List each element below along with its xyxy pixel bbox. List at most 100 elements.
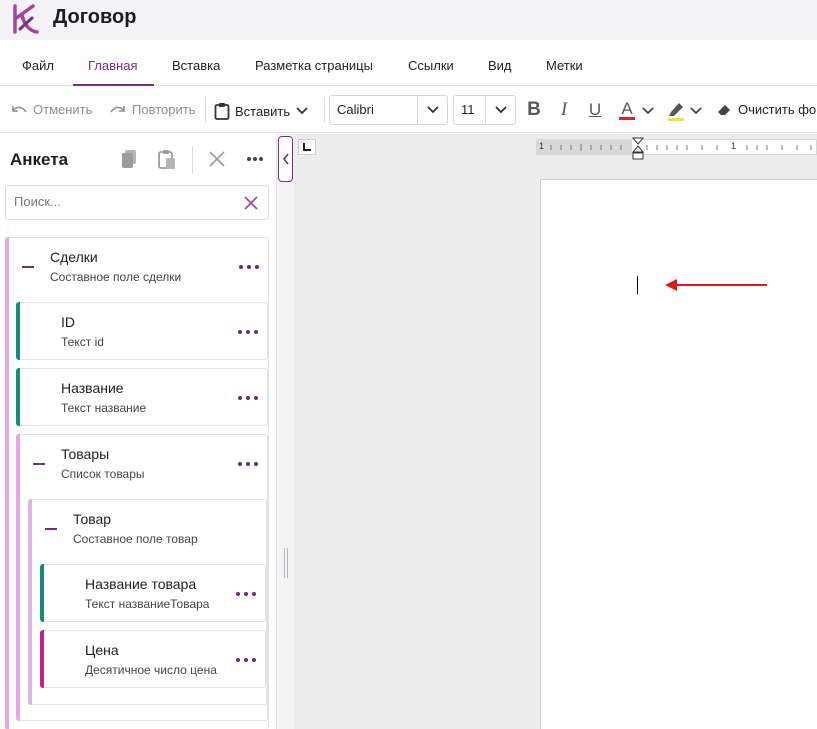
- copy-icon[interactable]: [118, 148, 140, 170]
- tab-file[interactable]: Файл: [22, 58, 54, 73]
- ruler-number: 1: [539, 141, 545, 151]
- chevron-down-icon: [426, 106, 439, 114]
- panel-splitter[interactable]: [277, 134, 294, 729]
- tab-view[interactable]: Вид: [488, 58, 512, 73]
- node-subtitle: Составное поле сделки: [50, 270, 181, 284]
- text-cursor: [637, 276, 638, 294]
- font-family-select[interactable]: Calibri: [329, 95, 448, 125]
- node-menu-icon[interactable]: [238, 329, 258, 335]
- tree-node-name[interactable]: Название Текст название: [16, 368, 268, 426]
- node-key: название: [94, 401, 147, 415]
- node-type: Десятичное число: [85, 663, 187, 677]
- panel-divider: [192, 146, 193, 174]
- italic-button[interactable]: I: [551, 96, 577, 124]
- chevron-down-icon[interactable]: [295, 106, 309, 116]
- horizontal-ruler[interactable]: 1 1: [536, 137, 817, 160]
- chevron-down-icon[interactable]: [641, 106, 655, 116]
- undo-button[interactable]: Отменить: [10, 102, 92, 117]
- tab-home[interactable]: Главная: [88, 58, 137, 73]
- chevron-down-icon: [494, 106, 507, 114]
- node-menu-icon[interactable]: [238, 461, 258, 467]
- tab-page-layout[interactable]: Разметка страницы: [255, 58, 373, 73]
- node-key: сделки: [143, 270, 182, 284]
- font-family-dropdown[interactable]: [417, 96, 447, 124]
- node-type: Текст: [61, 401, 92, 415]
- node-type: Текст: [61, 335, 92, 349]
- redo-button[interactable]: Повторить: [109, 102, 195, 117]
- node-subtitle: Составное поле товар: [73, 532, 198, 546]
- collapse-toggle[interactable]: [33, 463, 45, 465]
- node-menu-icon[interactable]: [236, 591, 256, 597]
- node-type: Список: [61, 467, 101, 481]
- tab-marks[interactable]: Метки: [546, 58, 583, 73]
- font-color-glyph: A: [621, 98, 633, 118]
- title-bar: Договор: [0, 0, 817, 40]
- chevron-left-icon: [282, 153, 289, 165]
- ruler-number: 1: [731, 141, 737, 151]
- node-menu-icon[interactable]: [236, 657, 256, 663]
- redo-label: Повторить: [132, 102, 196, 117]
- node-key: цена: [190, 663, 217, 677]
- font-size-select[interactable]: 11: [453, 95, 516, 125]
- collapse-toggle[interactable]: [45, 528, 57, 530]
- font-family-value: Calibri: [337, 102, 374, 117]
- tab-references[interactable]: Ссылки: [408, 58, 454, 73]
- node-key: названиеТовара: [118, 597, 210, 611]
- more-options-icon[interactable]: [244, 148, 266, 170]
- eraser-icon: [718, 104, 730, 115]
- node-color-bar: [5, 237, 9, 729]
- clear-format-button[interactable]: Очистить фо: [716, 102, 816, 117]
- node-color-bar: [40, 630, 44, 688]
- node-color-bar: [16, 368, 20, 426]
- tab-stop-selector[interactable]: [298, 139, 316, 155]
- tree-node-item-name[interactable]: Название товара Текст названиеТовара: [40, 564, 266, 622]
- underline-button[interactable]: U: [582, 96, 608, 124]
- toolbar-divider: [324, 97, 325, 123]
- collapse-toggle[interactable]: [22, 266, 34, 268]
- resize-grip-icon[interactable]: [284, 548, 288, 578]
- tree-node-price[interactable]: Цена Десятичное число цена: [40, 630, 266, 688]
- node-label: Товар: [73, 511, 112, 527]
- node-menu-icon[interactable]: [239, 264, 259, 270]
- close-icon[interactable]: [206, 148, 228, 170]
- node-label: Название: [61, 380, 124, 396]
- node-key: id: [94, 335, 104, 349]
- node-color-bar: [40, 564, 44, 622]
- clear-search-icon[interactable]: [243, 195, 259, 211]
- formatting-toolbar: Отменить Повторить Вставить Calibri 11 B…: [0, 87, 817, 133]
- node-type: Составное поле: [50, 270, 140, 284]
- node-key: товар: [166, 532, 198, 546]
- tab-insert[interactable]: Вставка: [172, 58, 220, 73]
- document-title: Договор: [53, 6, 137, 28]
- font-size-dropdown[interactable]: [485, 96, 515, 124]
- node-type: Текст: [85, 597, 116, 611]
- active-tab-indicator: [73, 84, 154, 86]
- undo-icon: [12, 105, 27, 112]
- node-label: Сделки: [50, 249, 98, 265]
- font-color-button[interactable]: A: [614, 96, 640, 124]
- tree-node-id[interactable]: ID Текст id: [16, 302, 268, 360]
- chevron-down-icon[interactable]: [689, 106, 703, 116]
- document-page[interactable]: [540, 179, 817, 729]
- node-menu-icon[interactable]: [238, 395, 258, 401]
- node-subtitle: Текст id: [61, 335, 104, 349]
- search-input[interactable]: [14, 194, 234, 209]
- paste-icon[interactable]: [156, 148, 178, 170]
- node-subtitle: Текст название: [61, 401, 146, 415]
- collapse-panel-button[interactable]: [278, 136, 293, 182]
- highlight-button[interactable]: [663, 96, 689, 124]
- tab-stop-left-icon: [303, 143, 311, 151]
- paste-button[interactable]: Вставить: [214, 102, 309, 120]
- indent-marker-icon[interactable]: [631, 137, 645, 167]
- node-color-bar: [16, 434, 20, 721]
- clear-format-label: Очистить фо: [738, 102, 817, 117]
- ribbon-tabs: Файл Главная Вставка Разметка страницы С…: [0, 40, 817, 86]
- undo-label: Отменить: [33, 102, 93, 117]
- node-color-bar: [16, 302, 20, 360]
- font-color-swatch: [619, 116, 635, 120]
- bold-button[interactable]: B: [521, 96, 547, 124]
- app-logo-icon: [13, 4, 39, 34]
- panel-title: Анкета: [10, 150, 69, 169]
- font-size-value: 11: [461, 102, 475, 117]
- node-subtitle: Список товары: [61, 467, 145, 481]
